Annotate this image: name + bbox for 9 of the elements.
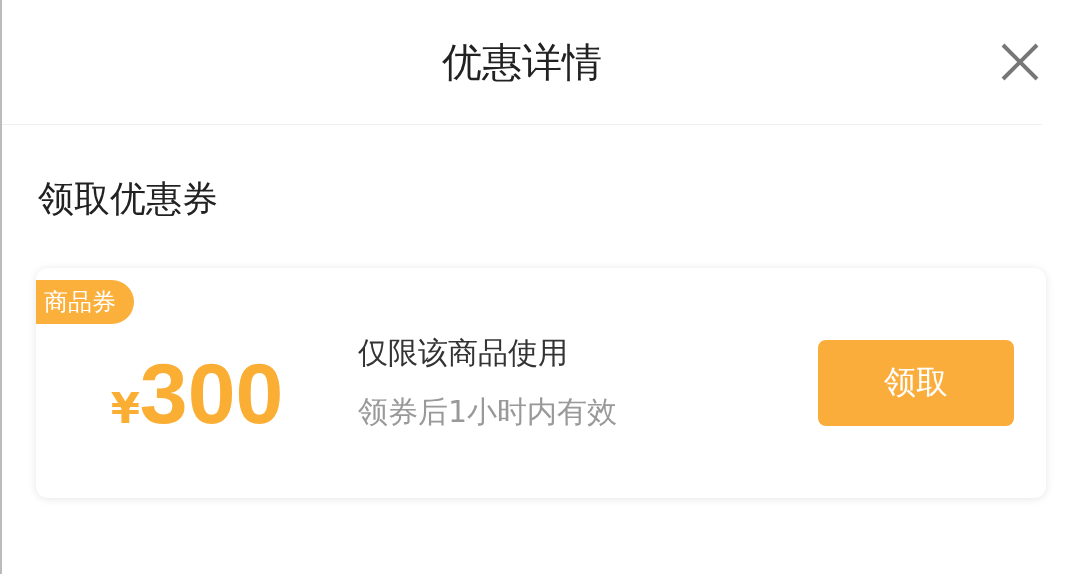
coupon-validity: 领券后1小时内有效 [358,393,619,431]
claim-button[interactable]: 领取 [818,340,1014,426]
coupon-tag: 商品券 [36,280,134,324]
page-title: 优惠详情 [442,37,602,87]
currency-symbol: ¥ [110,383,140,433]
coupon-amount: 300 [139,343,284,443]
section-title: 领取优惠券 [38,177,219,221]
close-icon [1000,42,1040,82]
coupon-condition: 仅限该商品使用 [358,334,569,372]
